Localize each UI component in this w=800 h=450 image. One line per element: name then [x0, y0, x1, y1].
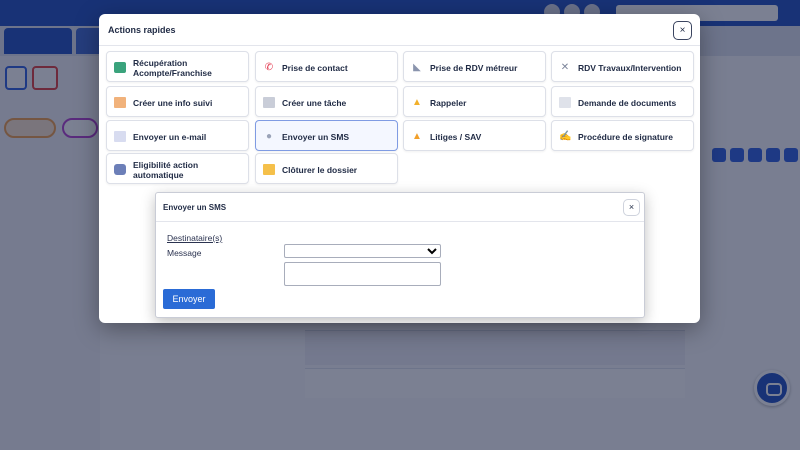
action-tile-prise-de-contact[interactable]: ✆ Prise de contact — [255, 51, 398, 82]
action-label: Rappeler — [430, 97, 467, 108]
action-label: Procédure de signature — [578, 131, 673, 142]
action-label: Clôturer le dossier — [282, 164, 358, 175]
send-button[interactable]: Envoyer — [163, 289, 215, 309]
modal-title: Actions rapides — [108, 25, 176, 35]
action-tile-envoyer-email[interactable]: Envoyer un e-mail — [106, 120, 249, 151]
sms-dialog-header: Envoyer un SMS × — [156, 193, 644, 222]
action-label: Récupération Acompte/Franchise — [133, 57, 212, 78]
modal-header: Actions rapides × — [99, 14, 700, 46]
message-label: Message — [167, 248, 202, 258]
action-tile-envoyer-sms[interactable]: ● Envoyer un SMS — [255, 120, 398, 151]
action-label: RDV Travaux/Intervention — [578, 62, 682, 73]
message-template-select[interactable] — [284, 244, 441, 258]
action-tile-procedure-signature[interactable]: ✍ Procédure de signature — [551, 120, 694, 151]
money-card-icon — [114, 62, 126, 73]
action-label: Envoyer un SMS — [282, 131, 350, 142]
warning-icon: ▲ — [412, 131, 422, 142]
recipients-link[interactable]: Destinataire(s) — [167, 233, 222, 243]
ruler-icon: ◣ — [413, 62, 421, 73]
action-label: Prise de contact — [282, 62, 348, 73]
action-tile-recuperation-acompte[interactable]: Récupération Acompte/Franchise — [106, 51, 249, 82]
bell-icon: ▲ — [412, 97, 422, 108]
action-label: Créer une tâche — [282, 97, 347, 108]
speech-bubble-icon: ● — [265, 131, 273, 142]
document-icon — [559, 97, 571, 108]
action-label: Litiges / SAV — [430, 131, 482, 142]
action-tile-cloturer-dossier[interactable]: Clôturer le dossier — [255, 153, 398, 184]
action-tile-creer-tache[interactable]: Créer une tâche — [255, 86, 398, 117]
action-tile-rdv-travaux[interactable]: ✕ RDV Travaux/Intervention — [551, 51, 694, 82]
close-sms-dialog-button[interactable]: × — [623, 199, 640, 216]
action-tile-rdv-metreur[interactable]: ◣ Prise de RDV métreur — [403, 51, 546, 82]
close-modal-button[interactable]: × — [673, 21, 692, 40]
clipboard-icon — [263, 97, 275, 108]
message-textarea[interactable] — [284, 262, 441, 286]
send-sms-dialog: Envoyer un SMS × Destinataire(s) Message… — [155, 192, 645, 318]
robot-icon — [114, 164, 126, 175]
action-label: Créer une info suivi — [133, 97, 213, 108]
action-label: Envoyer un e-mail — [133, 131, 207, 142]
phone-icon: ✆ — [264, 62, 274, 73]
action-label: Demande de documents — [578, 97, 677, 108]
sms-dialog-title: Envoyer un SMS — [163, 203, 227, 212]
folder-icon — [263, 164, 275, 175]
action-tile-info-suivi[interactable]: Créer une info suivi — [106, 86, 249, 117]
signature-pen-icon: ✍ — [559, 131, 572, 142]
action-tile-litiges-sav[interactable]: ▲ Litiges / SAV — [403, 120, 546, 151]
action-tile-rappeler[interactable]: ▲ Rappeler — [403, 86, 546, 117]
note-icon — [114, 97, 126, 108]
action-label: Prise de RDV métreur — [430, 62, 518, 73]
action-tile-demande-documents[interactable]: Demande de documents — [551, 86, 694, 117]
envelope-icon — [114, 131, 126, 142]
tools-icon: ✕ — [560, 62, 570, 73]
action-tile-eligibilite-automatique[interactable]: Eligibilité action automatique — [106, 153, 249, 184]
action-label: Eligibilité action automatique — [133, 159, 199, 180]
